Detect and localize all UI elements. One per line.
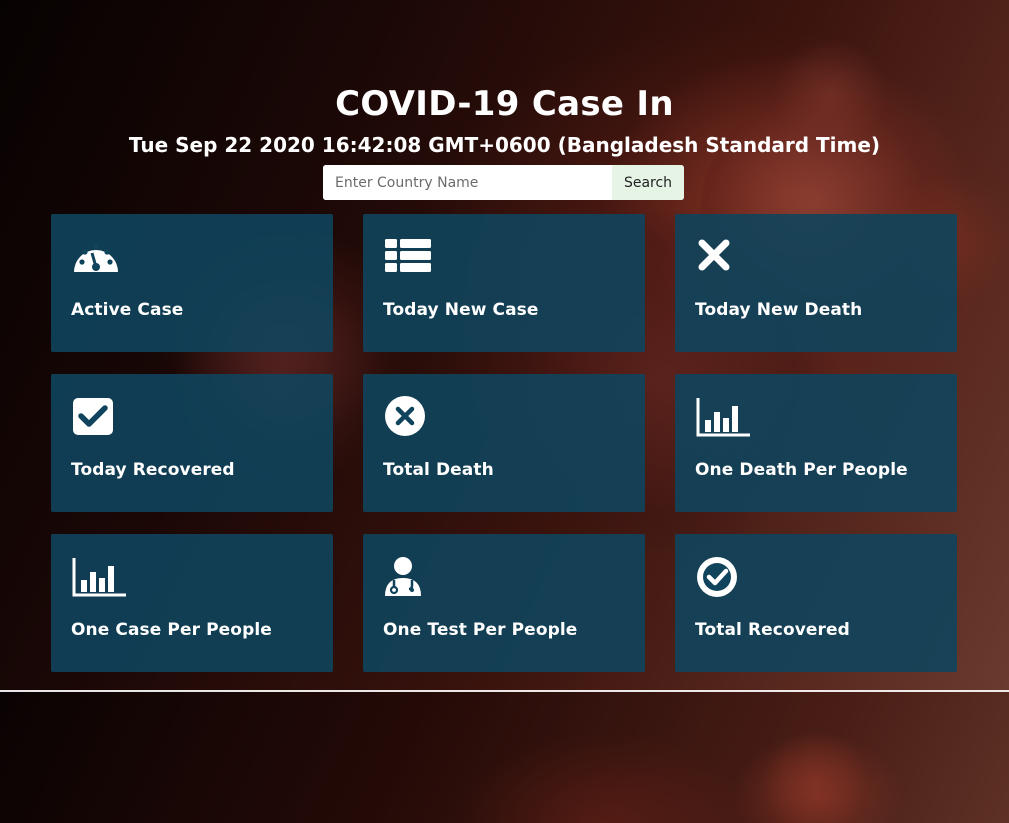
- search-button[interactable]: Search: [612, 165, 684, 200]
- check-circle-icon: [695, 556, 751, 602]
- card-label: Total Recovered: [695, 620, 850, 640]
- background-image-bottom: [0, 692, 1009, 823]
- card-total-death[interactable]: Total Death: [363, 374, 645, 512]
- check-square-icon: [71, 396, 127, 442]
- card-label: Today Recovered: [71, 460, 235, 480]
- card-today-new-death[interactable]: Today New Death: [675, 214, 957, 352]
- stats-card-grid: Active Case Today New Case Today New Dea…: [51, 214, 957, 672]
- card-today-recovered[interactable]: Today Recovered: [51, 374, 333, 512]
- tachometer-icon: [71, 236, 127, 282]
- card-label: One Test Per People: [383, 620, 578, 640]
- card-label: Today New Case: [383, 300, 539, 320]
- times-icon: [695, 236, 751, 282]
- list-icon: [383, 236, 439, 282]
- page-title: COVID-19 Case In: [335, 84, 674, 124]
- country-search-input[interactable]: [323, 165, 612, 200]
- card-one-death-per-people[interactable]: One Death Per People: [675, 374, 957, 512]
- page-header: COVID-19 Case In Tue Sep 22 2020 16:42:0…: [0, 80, 1009, 162]
- card-total-recovered[interactable]: Total Recovered: [675, 534, 957, 672]
- card-today-new-case[interactable]: Today New Case: [363, 214, 645, 352]
- card-one-case-per-people[interactable]: One Case Per People: [51, 534, 333, 672]
- card-label: One Case Per People: [71, 620, 272, 640]
- country-search-form: Search: [323, 165, 684, 200]
- card-active-case[interactable]: Active Case: [51, 214, 333, 352]
- user-doctor-icon: [383, 556, 439, 602]
- card-label: One Death Per People: [695, 460, 908, 480]
- card-label: Active Case: [71, 300, 184, 320]
- times-circle-icon: [383, 396, 439, 442]
- card-label: Today New Death: [695, 300, 863, 320]
- card-one-test-per-people[interactable]: One Test Per People: [363, 534, 645, 672]
- bar-chart-icon: [71, 556, 127, 602]
- card-label: Total Death: [383, 460, 494, 480]
- current-datetime: Tue Sep 22 2020 16:42:08 GMT+0600 (Bangl…: [128, 133, 881, 157]
- bar-chart-icon: [695, 396, 751, 442]
